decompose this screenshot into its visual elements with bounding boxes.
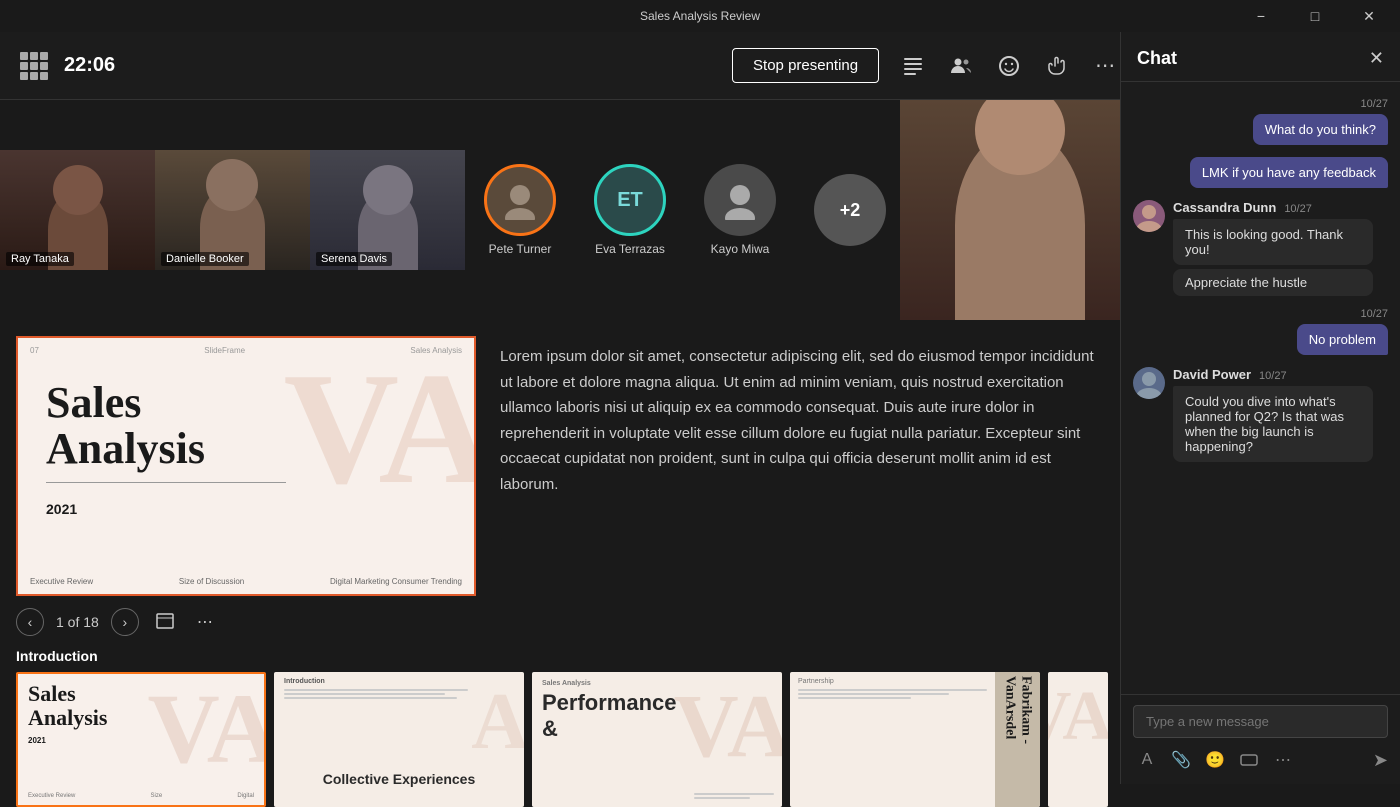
david-meta: David Power 10/27 [1173,367,1388,382]
slide-area: 07 SlideFrame Sales Analysis SalesAnalys… [0,320,1140,604]
msg-bubble-1: What do you think? [1253,114,1388,145]
format-text-button[interactable]: A [1133,746,1161,774]
kayo-miwa-avatar [704,164,776,236]
cassandra-body: Cassandra Dunn 10/27 This is looking goo… [1173,200,1388,296]
chat-header: Chat ✕ [1121,32,1400,82]
thumbnail-3[interactable]: Sales Analysis Performance& VA 3 [532,672,782,807]
slide-content: 07 SlideFrame Sales Analysis SalesAnalys… [18,338,474,594]
thumb-img-3[interactable]: Sales Analysis Performance& VA [532,672,782,807]
thumbnail-4[interactable]: Partnership Fabrikam - VanArsdel 4 [790,672,1040,807]
chat-toolbar: A 📎 🙂 ⋯ ➤ [1133,746,1388,774]
chat-message-self-3: 10/27 No problem [1297,308,1388,355]
thumbnail-section: Introduction SalesAnalysis 2021 VA Execu… [0,644,1140,807]
cassandra-meta: Cassandra Dunn 10/27 [1173,200,1388,215]
chat-message-david: David Power 10/27 Could you dive into wh… [1133,367,1388,462]
chat-message-self-1: 10/27 What do you think? [1253,98,1388,145]
more-participants[interactable]: +2 [795,150,905,270]
chat-input-area: A 📎 🙂 ⋯ ➤ [1121,694,1400,784]
stop-presenting-button[interactable]: Stop presenting [732,48,879,83]
window-controls: − □ ✕ [1238,0,1392,32]
slide-divider [46,482,286,483]
title-bar: Sales Analysis Review − □ ✕ [0,0,1400,32]
thumbnail-1[interactable]: SalesAnalysis 2021 VA Executive ReviewSi… [16,672,266,807]
msg-time-1: 10/27 [1360,98,1388,110]
eva-terrazas-name: Eva Terrazas [595,242,665,256]
david-name: David Power [1173,367,1251,382]
main-content: 07 SlideFrame Sales Analysis SalesAnalys… [0,320,1140,784]
participant-eva-terrazas: ET Eva Terrazas [575,150,685,270]
msg-time-3: 10/27 [1360,308,1388,320]
more-slide-options[interactable]: ⋯ [191,608,219,636]
slide-year: 2021 [46,501,446,517]
thumb-img-2[interactable]: Introduction A Collective Experiences [274,672,524,807]
participant-ray-tanaka: Ray Tanaka [0,150,155,270]
eva-terrazas-avatar: ET [594,164,666,236]
people-button[interactable] [939,44,983,88]
window-title: Sales Analysis Review [640,9,760,23]
david-body: David Power 10/27 Could you dive into wh… [1173,367,1388,462]
thumbnail-2[interactable]: Introduction A Collective Experiences 2 [274,672,524,807]
participant-name-danielle: Danielle Booker [161,252,249,266]
cassandra-msg-2: Appreciate the hustle [1173,269,1373,296]
minimize-button[interactable]: − [1238,0,1284,32]
more-chat-options[interactable]: ⋯ [1269,746,1297,774]
next-slide-button[interactable]: › [111,608,139,636]
slide-navigation: ‹ 1 of 18 › ⋯ [0,604,1140,644]
app-grid-button[interactable] [16,48,52,84]
chat-input[interactable] [1133,705,1388,738]
fullscreen-button[interactable] [151,608,179,636]
david-avatar [1133,367,1165,399]
thumbnail-5[interactable]: VA 5 [1048,672,1108,807]
gif-button[interactable] [1235,746,1263,774]
cassandra-time: 10/27 [1284,203,1312,215]
kayo-miwa-name: Kayo Miwa [711,242,770,256]
cassandra-avatar [1133,200,1165,232]
chat-message-cassandra: Cassandra Dunn 10/27 This is looking goo… [1133,200,1388,296]
chat-panel: Chat ✕ 10/27 What do you think? LMK if y… [1120,32,1400,784]
thumbnail-section-label: Introduction [16,648,1124,664]
chat-close-button[interactable]: ✕ [1369,48,1384,69]
cassandra-name: Cassandra Dunn [1173,200,1276,215]
participant-name-ray: Ray Tanaka [6,252,74,266]
emoji-button[interactable]: 🙂 [1201,746,1229,774]
participant-name-serena: Serena Davis [316,252,392,266]
david-time: 10/27 [1259,370,1287,382]
slide-counter: 1 of 18 [56,614,99,630]
slide-bottom-bar: Executive Review Size of Discussion Digi… [30,577,462,586]
attach-button[interactable]: 📎 [1167,746,1195,774]
close-button[interactable]: ✕ [1346,0,1392,32]
msg-bubble-2: LMK if you have any feedback [1190,157,1388,188]
slide-preview[interactable]: 07 SlideFrame Sales Analysis SalesAnalys… [16,336,476,596]
send-button[interactable]: ➤ [1373,750,1388,771]
pete-turner-avatar [484,164,556,236]
raise-hand-button[interactable] [1035,44,1079,88]
thumb-img-1[interactable]: SalesAnalysis 2021 VA Executive ReviewSi… [16,672,266,807]
more-count: +2 [814,174,886,246]
msg-bubble-3: No problem [1297,324,1388,355]
thumb-img-4[interactable]: Partnership Fabrikam - VanArsdel [790,672,1040,807]
chat-title: Chat [1137,48,1177,69]
chat-messages: 10/27 What do you think? LMK if you have… [1121,82,1400,694]
participant-danielle-booker: Danielle Booker [155,150,310,270]
maximize-button[interactable]: □ [1292,0,1338,32]
prev-slide-button[interactable]: ‹ [16,608,44,636]
slide-title: SalesAnalysis [46,380,446,472]
thumbnails-list: SalesAnalysis 2021 VA Executive ReviewSi… [16,672,1124,807]
featured-participant [900,100,1140,320]
slide-notes: Lorem ipsum dolor sit amet, consectetur … [476,336,1124,596]
cassandra-msg-1: This is looking good. Thank you! [1173,219,1373,265]
reactions-button[interactable] [987,44,1031,88]
participant-kayo-miwa: Kayo Miwa [685,150,795,270]
participant-serena-davis: Serena Davis [310,150,465,270]
pete-turner-name: Pete Turner [489,242,552,256]
grid-icon [20,52,48,80]
chat-message-self-2: LMK if you have any feedback [1190,157,1388,188]
participant-pete-turner: Pete Turner [465,150,575,270]
david-msg-1: Could you dive into what's planned for Q… [1173,386,1373,462]
call-timer: 22:06 [64,54,115,77]
participants-list-button[interactable] [891,44,935,88]
